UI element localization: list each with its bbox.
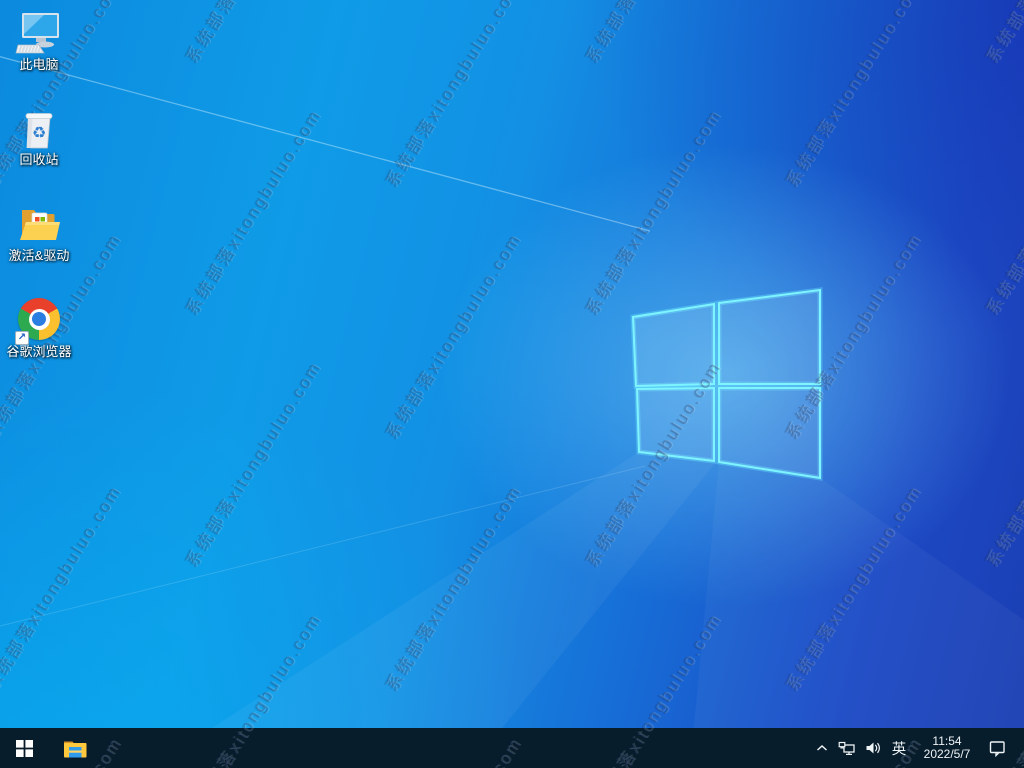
chrome-center <box>32 312 46 326</box>
icon-label: 此电脑 <box>19 57 59 72</box>
tray-overflow-button[interactable] <box>810 728 834 768</box>
desktop-icons: 此电脑 ♻ 回收站 激活&驱动 ↗ 谷歌浏览器 <box>0 0 1024 768</box>
recycle-symbol: ♻ <box>32 123 46 142</box>
desktop-icon-recycle-bin[interactable]: ♻ 回收站 <box>1 104 77 167</box>
action-center-icon <box>989 741 1005 757</box>
desktop-wallpaper: 系统部落xitongbuluo.com 系统部落xitongbuluo.com 系统… <box>0 0 1024 768</box>
file-explorer-button[interactable] <box>52 728 98 768</box>
this-pc-icon <box>15 9 63 57</box>
taskbar: 英 11:54 2022/5/7 <box>0 728 1024 768</box>
windows-start-icon <box>15 739 33 757</box>
desktop-icon-this-pc[interactable]: 此电脑 <box>1 9 77 72</box>
ethernet-network-icon <box>838 741 855 755</box>
recycle-bin-icon: ♻ <box>15 104 63 152</box>
desktop-icon-chrome[interactable]: ↗ 谷歌浏览器 <box>1 296 77 359</box>
icon-label: 回收站 <box>19 152 59 167</box>
chevron-up-icon <box>817 744 827 751</box>
folder-icon <box>15 200 63 248</box>
start-button[interactable] <box>0 728 48 768</box>
clock-time: 11:54 <box>932 733 962 748</box>
desktop-icon-activation-drivers[interactable]: 激活&驱动 <box>1 200 77 263</box>
chrome-icon: ↗ <box>15 296 63 345</box>
system-tray: 英 11:54 2022/5/7 <box>810 728 1024 768</box>
shortcut-arrow-icon: ↗ <box>15 331 29 345</box>
icon-label: 谷歌浏览器 <box>6 344 72 359</box>
taskbar-clock[interactable]: 11:54 2022/5/7 <box>912 733 982 762</box>
volume-button[interactable] <box>860 728 886 768</box>
ime-language-indicator[interactable]: 英 <box>886 728 912 768</box>
file-explorer-icon <box>64 741 87 758</box>
speaker-icon <box>866 742 880 754</box>
network-button[interactable] <box>834 728 860 768</box>
action-center-button[interactable] <box>982 728 1012 768</box>
clock-date: 2022/5/7 <box>923 747 971 761</box>
icon-label: 激活&驱动 <box>8 248 70 263</box>
